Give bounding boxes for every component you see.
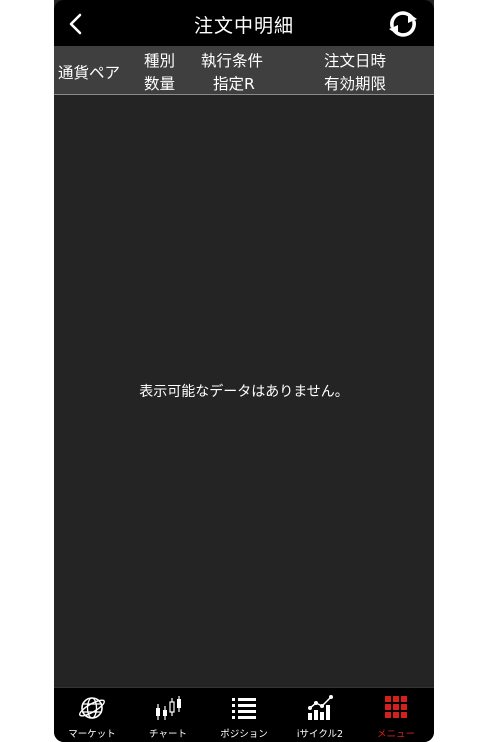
trend-chart-icon (305, 694, 335, 722)
header-currency-pair: 通貨ペア (58, 64, 121, 82)
globe-icon (77, 694, 107, 722)
header-specified-rate: 指定R (213, 75, 255, 93)
header-expiry: 有効期限 (324, 75, 387, 93)
grid-menu-icon (381, 694, 411, 722)
header-quantity: 数量 (144, 75, 176, 93)
list-icon (229, 694, 259, 722)
tab-bar: マーケット チャート ポジション iサイクル2 メニュー (54, 687, 434, 742)
header-execution-condition: 執行条件 (201, 52, 264, 70)
tab-label-market: マーケット (68, 729, 116, 740)
header-order-datetime: 注文日時 (324, 52, 387, 70)
tab-label-position: ポジション (220, 729, 268, 740)
app-screen: 注文中明細 通貨ペア 種別 数量 執行条件 指定R 注文日時 有効期限 表示可能… (54, 0, 434, 742)
tab-position[interactable]: ポジション (206, 688, 282, 742)
tab-label-chart: チャート (149, 729, 187, 740)
tab-chart[interactable]: チャート (130, 688, 206, 742)
refresh-icon (389, 11, 417, 37)
candlestick-icon (153, 694, 183, 722)
page-title: 注文中明細 (193, 15, 294, 37)
tab-menu[interactable]: メニュー (358, 688, 434, 742)
refresh-button[interactable] (386, 7, 420, 41)
tab-icycle[interactable]: iサイクル2 (282, 688, 358, 742)
tab-market[interactable]: マーケット (54, 688, 130, 742)
tab-label-icycle: iサイクル2 (296, 729, 344, 740)
header-type: 種別 (144, 52, 176, 70)
order-list: 表示可能なデータはありません。 (54, 95, 434, 687)
table-header: 通貨ペア 種別 数量 執行条件 指定R 注文日時 有効期限 (54, 46, 434, 95)
tab-label-menu: メニュー (376, 729, 415, 740)
navigation-bar: 注文中明細 (54, 0, 434, 46)
empty-state-message: 表示可能なデータはありません。 (139, 384, 349, 400)
